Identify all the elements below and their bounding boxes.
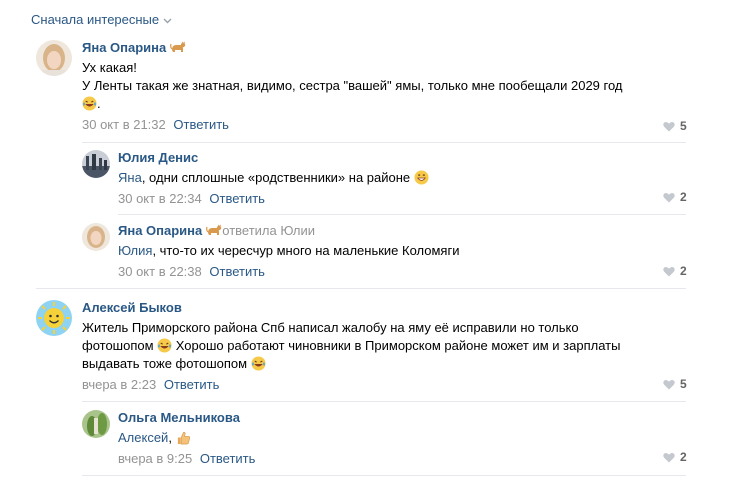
divider <box>82 401 686 402</box>
reply-button[interactable]: Ответить <box>209 264 265 279</box>
reply-to-label[interactable]: ответила Юлии <box>222 223 315 238</box>
cat-emoji-icon <box>206 223 222 238</box>
like-button[interactable]: 5 <box>663 119 687 133</box>
avatar[interactable] <box>36 300 72 336</box>
comment-text-line: Ух какая! <box>82 60 137 75</box>
avatar[interactable] <box>82 410 110 438</box>
avatar[interactable] <box>82 223 110 251</box>
like-count: 2 <box>680 264 687 278</box>
comment: Ольга Мельникова Алексей, вчера в 9:25 О… <box>118 410 678 466</box>
comment-date[interactable]: 30 окт в 21:32 <box>82 117 166 132</box>
reply-button[interactable]: Ответить <box>173 117 229 132</box>
like-count: 2 <box>680 190 687 204</box>
comment-text-line: Хорошо работают чиновники в Приморском р… <box>172 338 621 353</box>
grinning-emoji-icon <box>414 170 429 185</box>
laughing-emoji-icon <box>157 338 172 353</box>
comment-text-line: Житель Приморского района Спб написал жа… <box>82 320 579 335</box>
comment: Яна Опарина Ух какая! У Ленты такая же з… <box>82 40 702 132</box>
mention-link[interactable]: Юлия <box>118 243 152 258</box>
cat-emoji-icon <box>170 40 186 55</box>
like-count: 5 <box>680 377 687 391</box>
author-name[interactable]: Яна Опарина <box>82 40 166 55</box>
author-name[interactable]: Яна Опарина <box>118 223 202 238</box>
divider <box>82 142 686 143</box>
comment: Яна Опарина ответила Юлии Юлия, что-то и… <box>118 223 678 279</box>
like-count: 2 <box>680 450 687 464</box>
heart-icon <box>663 266 675 276</box>
comment-text-line: . <box>97 96 101 111</box>
mention-link[interactable]: Алексей <box>118 430 168 445</box>
sort-dropdown[interactable]: Сначала интересные <box>31 12 172 27</box>
mention-link[interactable]: Яна <box>118 170 142 185</box>
laughing-emoji-icon <box>251 356 266 371</box>
comment-date[interactable]: вчера в 9:25 <box>118 451 192 466</box>
heart-icon <box>663 452 675 462</box>
thumbs-up-emoji-icon <box>176 430 191 445</box>
like-button[interactable]: 2 <box>663 190 687 204</box>
laughing-emoji-icon <box>82 96 97 111</box>
divider <box>82 475 686 476</box>
comment-text: , что-то их чересчур много на маленькие … <box>152 243 460 258</box>
like-button[interactable]: 2 <box>663 264 687 278</box>
comment-date[interactable]: вчера в 2:23 <box>82 377 156 392</box>
like-count: 5 <box>680 119 687 133</box>
heart-icon <box>663 379 675 389</box>
avatar[interactable] <box>82 150 110 178</box>
reply-button[interactable]: Ответить <box>164 377 220 392</box>
divider <box>118 214 686 215</box>
comment: Алексей Быков Житель Приморского района … <box>82 300 702 392</box>
comment-text: , одни сплошные «родственники» на районе <box>141 170 411 185</box>
comment-text-line: фотошопом <box>82 338 154 353</box>
reply-button[interactable]: Ответить <box>200 451 256 466</box>
heart-icon <box>663 121 675 131</box>
heart-icon <box>663 192 675 202</box>
author-name[interactable]: Алексей Быков <box>82 300 182 315</box>
sort-label: Сначала интересные <box>31 12 160 27</box>
comment: Юлия Денис Яна, одни сплошные «родственн… <box>118 150 678 206</box>
author-name[interactable]: Ольга Мельникова <box>118 410 240 425</box>
divider <box>36 288 686 289</box>
avatar[interactable] <box>36 40 72 76</box>
comment-text: , <box>168 430 172 445</box>
comment-date[interactable]: 30 окт в 22:34 <box>118 191 202 206</box>
like-button[interactable]: 5 <box>663 377 687 391</box>
chevron-down-icon <box>163 16 172 26</box>
reply-button[interactable]: Ответить <box>209 191 265 206</box>
like-button[interactable]: 2 <box>663 450 687 464</box>
comment-text-line: У Ленты такая же знатная, видимо, сестра… <box>82 78 623 93</box>
comment-date[interactable]: 30 окт в 22:38 <box>118 264 202 279</box>
author-name[interactable]: Юлия Денис <box>118 150 198 165</box>
comment-text-line: выдавать тоже фотошопом <box>82 356 248 371</box>
